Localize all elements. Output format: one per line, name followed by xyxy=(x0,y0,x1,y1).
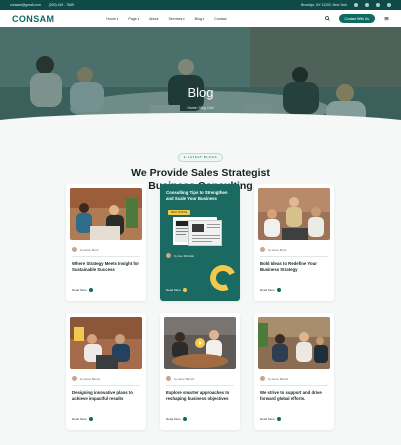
nav-services[interactable]: Services xyxy=(169,17,185,21)
read-more-link[interactable]: Read More xyxy=(166,288,187,292)
avatar xyxy=(72,376,77,381)
search-icon[interactable] xyxy=(324,16,330,21)
linkedin-icon[interactable] xyxy=(387,3,391,7)
read-more-link[interactable]: Read More xyxy=(166,417,187,421)
menu: Home Page About Services Blog Contact xyxy=(106,17,226,21)
divider xyxy=(72,385,140,386)
top-bar: consam@gmail.com (000) 445 - 7669 Brookl… xyxy=(0,0,401,10)
section-title-line1: We Provide Sales Strategist xyxy=(131,167,270,179)
blog-title[interactable]: Where Strategy Meets Insight for Sustain… xyxy=(72,261,140,273)
blog-image[interactable] xyxy=(70,188,142,240)
arrow-right-icon xyxy=(88,417,93,421)
read-more-link[interactable]: Read More xyxy=(72,288,93,292)
arrow-right-icon xyxy=(182,417,187,421)
blog-card[interactable]: by Aaron Barrett We strive to support an… xyxy=(254,313,334,430)
featured-title[interactable]: Consulting Tips to Strengthen and Scale … xyxy=(166,190,234,202)
blog-meta: by Aaron Bond xyxy=(72,247,98,252)
email-text[interactable]: consam@gmail.com xyxy=(10,3,41,7)
blog-meta: by Aaron Barrett xyxy=(166,376,194,381)
read-more-label: Read More xyxy=(260,288,275,292)
blog-meta: by Aaron Barrett xyxy=(72,376,100,381)
avatar xyxy=(166,253,171,258)
logo[interactable]: CONSAM xyxy=(12,14,54,24)
decorative-ring xyxy=(206,261,240,295)
avatar xyxy=(166,376,171,381)
blog-card[interactable]: by Aaron Barrett Explore smarter approac… xyxy=(160,313,240,430)
section-badge-label: LATEST BLOGS xyxy=(187,155,218,159)
blog-title[interactable]: Designing innovative plans to achieve im… xyxy=(72,390,140,402)
hero-banner: Blog Home / Blog Grid xyxy=(0,27,401,123)
read-more-link[interactable]: Read More xyxy=(260,288,281,292)
blog-image[interactable] xyxy=(70,317,142,369)
read-more-label: Read More xyxy=(260,417,275,421)
divider xyxy=(260,256,328,257)
arrow-right-icon xyxy=(88,288,93,292)
blog-meta: by Alex Michelle xyxy=(166,253,194,258)
read-more-label: Read More xyxy=(166,417,181,421)
blog-card[interactable]: by Aaron Bond Where Strategy Meets Insig… xyxy=(66,184,146,301)
blog-meta: by Aaron Bond xyxy=(260,247,286,252)
read-more-label: Read More xyxy=(166,288,181,292)
contact-button[interactable]: Contact With Us xyxy=(338,14,375,23)
page-title: Blog xyxy=(187,85,214,100)
blog-image[interactable] xyxy=(258,188,330,240)
nav-about[interactable]: About xyxy=(149,17,158,21)
breadcrumb-home[interactable]: Home xyxy=(187,106,196,110)
avatar xyxy=(260,247,265,252)
blog-title[interactable]: Bold Ideas to Redefine Your Business Str… xyxy=(260,261,328,273)
blog-author[interactable]: by Alex Michelle xyxy=(174,254,194,258)
nav-contact[interactable]: Contact xyxy=(214,17,226,21)
section-badge: ● LATEST BLOGS xyxy=(177,152,224,162)
blog-card[interactable]: by Aaron Bond Bold Ideas to Redefine You… xyxy=(254,184,334,301)
blog-title[interactable]: Explore smarter approaches to reshaping … xyxy=(166,390,234,402)
blog-image[interactable] xyxy=(258,317,330,369)
nav-home[interactable]: Home xyxy=(106,17,118,21)
read-more-link[interactable]: Read More xyxy=(260,417,281,421)
read-more-link[interactable]: Read More xyxy=(72,417,93,421)
blog-author[interactable]: by Aaron Barrett xyxy=(268,377,288,381)
breadcrumb: Home / Blog Grid xyxy=(0,106,401,110)
avatar xyxy=(72,247,77,252)
featured-tag: BEST CHOICE xyxy=(168,210,191,215)
blog-image[interactable] xyxy=(164,317,236,369)
address-text: Brooklyn, NY 11200, New York xyxy=(300,3,347,7)
read-more-label: Read More xyxy=(72,288,87,292)
featured-blog-card[interactable]: Consulting Tips to Strengthen and Scale … xyxy=(160,184,240,301)
divider xyxy=(260,385,328,386)
twitter-icon[interactable] xyxy=(365,3,369,7)
avatar xyxy=(260,376,265,381)
blog-author[interactable]: by Aaron Bond xyxy=(268,248,286,252)
facebook-icon[interactable] xyxy=(354,3,358,7)
main-nav: CONSAM Home Page About Services Blog Con… xyxy=(0,10,401,27)
menu-icon[interactable] xyxy=(384,16,389,21)
blog-author[interactable]: by Aaron Barrett xyxy=(80,377,100,381)
blog-author[interactable]: by Aaron Bond xyxy=(80,248,98,252)
arrow-right-icon xyxy=(182,288,187,292)
read-more-label: Read More xyxy=(72,417,87,421)
phone-text[interactable]: (000) 445 - 7669 xyxy=(49,3,74,7)
blog-title[interactable]: We strive to support and drive forward g… xyxy=(260,390,328,402)
nav-blog[interactable]: Blog xyxy=(195,17,205,21)
blog-meta: by Aaron Barrett xyxy=(260,376,288,381)
breadcrumb-current: Blog Grid xyxy=(199,106,214,110)
arrow-right-icon xyxy=(276,288,281,292)
nav-page[interactable]: Page xyxy=(128,17,139,21)
instagram-icon[interactable] xyxy=(376,3,380,7)
divider xyxy=(72,256,140,257)
blog-card[interactable]: by Aaron Barrett Designing innovative pl… xyxy=(66,313,146,430)
arrow-right-icon xyxy=(276,417,281,421)
blog-author[interactable]: by Aaron Barrett xyxy=(174,377,194,381)
blog-grid: by Aaron Bond Where Strategy Meets Insig… xyxy=(66,184,335,430)
divider xyxy=(166,385,234,386)
magazine-page xyxy=(188,220,222,246)
